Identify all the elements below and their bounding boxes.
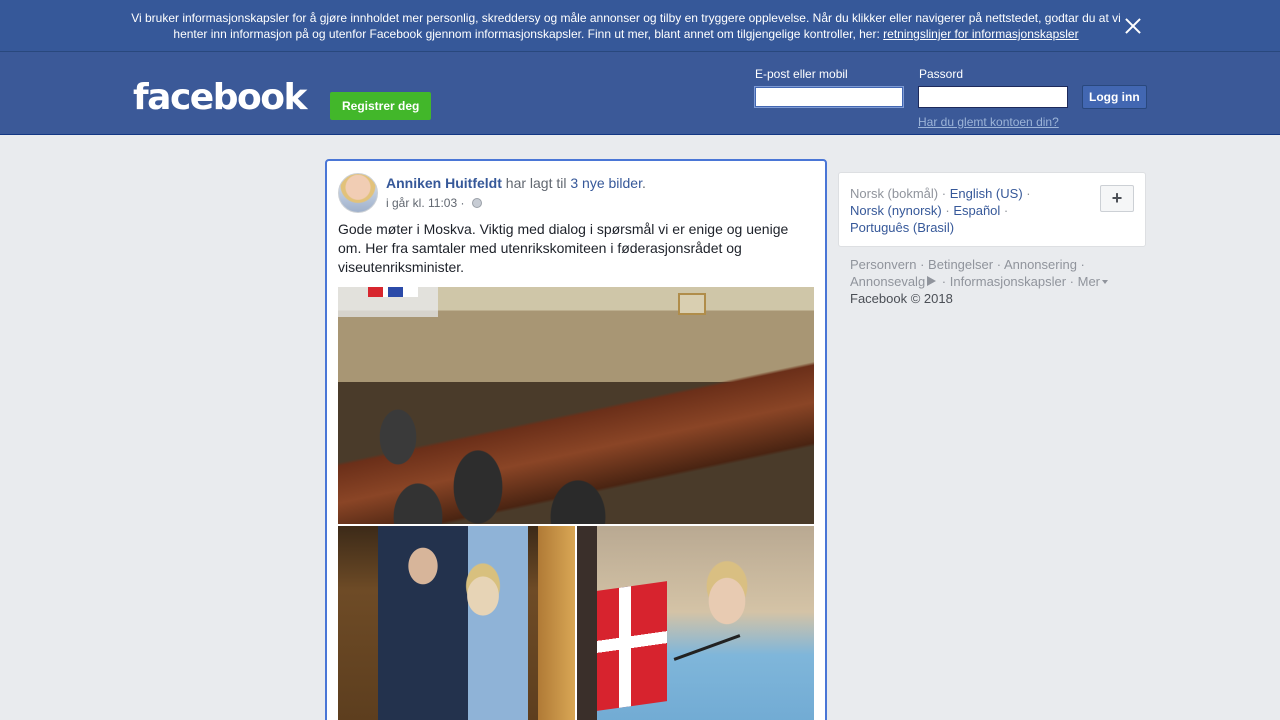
footer-link-adchoices[interactable]: Annonsevalg (850, 274, 925, 289)
footer-link-more[interactable]: Mer (1078, 274, 1100, 289)
add-language-button[interactable]: + (1100, 185, 1134, 212)
password-field[interactable] (918, 86, 1068, 108)
shelf-shape (538, 526, 575, 720)
language-option[interactable]: Português (Brasil) (850, 220, 954, 235)
adchoices-icon (927, 276, 937, 286)
cookie-banner: Vi bruker informasjonskapsler for å gjør… (0, 0, 1280, 52)
login-button[interactable]: Logg inn (1082, 85, 1147, 109)
post-verb: har lagt til (505, 175, 567, 191)
footer-link-terms[interactable]: Betingelser (928, 257, 993, 272)
password-label: Passord (919, 67, 964, 81)
forgot-account-link[interactable]: Har du glemt kontoen din? (918, 115, 1059, 129)
post-photo-speaking[interactable] (577, 526, 814, 720)
post-card: Anniken Huitfeldt har lagt til 3 nye bil… (325, 159, 827, 720)
footer-link-cookies[interactable]: Informasjonskapsler (950, 274, 1066, 289)
top-bar: facebook Registrer deg E-post eller mobi… (0, 52, 1280, 135)
language-option[interactable]: Norsk (nynorsk) (850, 203, 942, 218)
register-button[interactable]: Registrer deg (330, 92, 432, 120)
copyright: Facebook © 2018 (850, 291, 953, 306)
globe-icon (471, 198, 482, 208)
footer-link-advertising[interactable]: Annonsering (1004, 257, 1077, 272)
picture-frame-shape (678, 293, 706, 315)
avatar[interactable] (338, 173, 378, 213)
email-field[interactable] (754, 86, 904, 108)
facebook-logo[interactable]: facebook (133, 76, 307, 120)
language-current: Norsk (bokmål) (850, 186, 939, 201)
photos-link[interactable]: 3 nye bilder (570, 175, 642, 191)
meta-separator: · (460, 196, 465, 210)
language-option[interactable]: Español (953, 203, 1000, 218)
close-icon[interactable] (1122, 15, 1144, 37)
cookie-text: Vi bruker informasjonskapsler for å gjør… (130, 10, 1122, 42)
post-text: Gode møter i Moskva. Viktig med dialog i… (338, 221, 789, 275)
footer-link-privacy[interactable]: Personvern (850, 257, 916, 272)
author-name[interactable]: Anniken Huitfeldt (386, 175, 502, 191)
microphone-shape (673, 634, 741, 661)
post-timestamp[interactable]: i går kl. 11:03 (386, 196, 457, 210)
language-option[interactable]: English (US) (950, 186, 1023, 201)
flag-shape (368, 287, 418, 297)
norway-flag-shape (597, 581, 667, 711)
post-period: . (641, 175, 646, 191)
caret-down-icon (1102, 280, 1109, 284)
language-box: Norsk (bokmål) · English (US) · Norsk (n… (838, 172, 1146, 247)
email-label: E-post eller mobil (755, 67, 848, 81)
post-header: Anniken Huitfeldt har lagt til 3 nye bil… (386, 175, 646, 191)
post-photo-meeting[interactable] (338, 287, 814, 524)
post-photo-portrait[interactable] (338, 526, 575, 720)
footer-links: Personvern · Betingelser · Annonsering ·… (850, 256, 1140, 307)
post-meta: i går kl. 11:03 · (386, 196, 482, 210)
language-list: Norsk (bokmål) · English (US) · Norsk (n… (850, 186, 1031, 235)
cookie-policy-link[interactable]: retningslinjer for informasjonskapsler (883, 27, 1078, 41)
